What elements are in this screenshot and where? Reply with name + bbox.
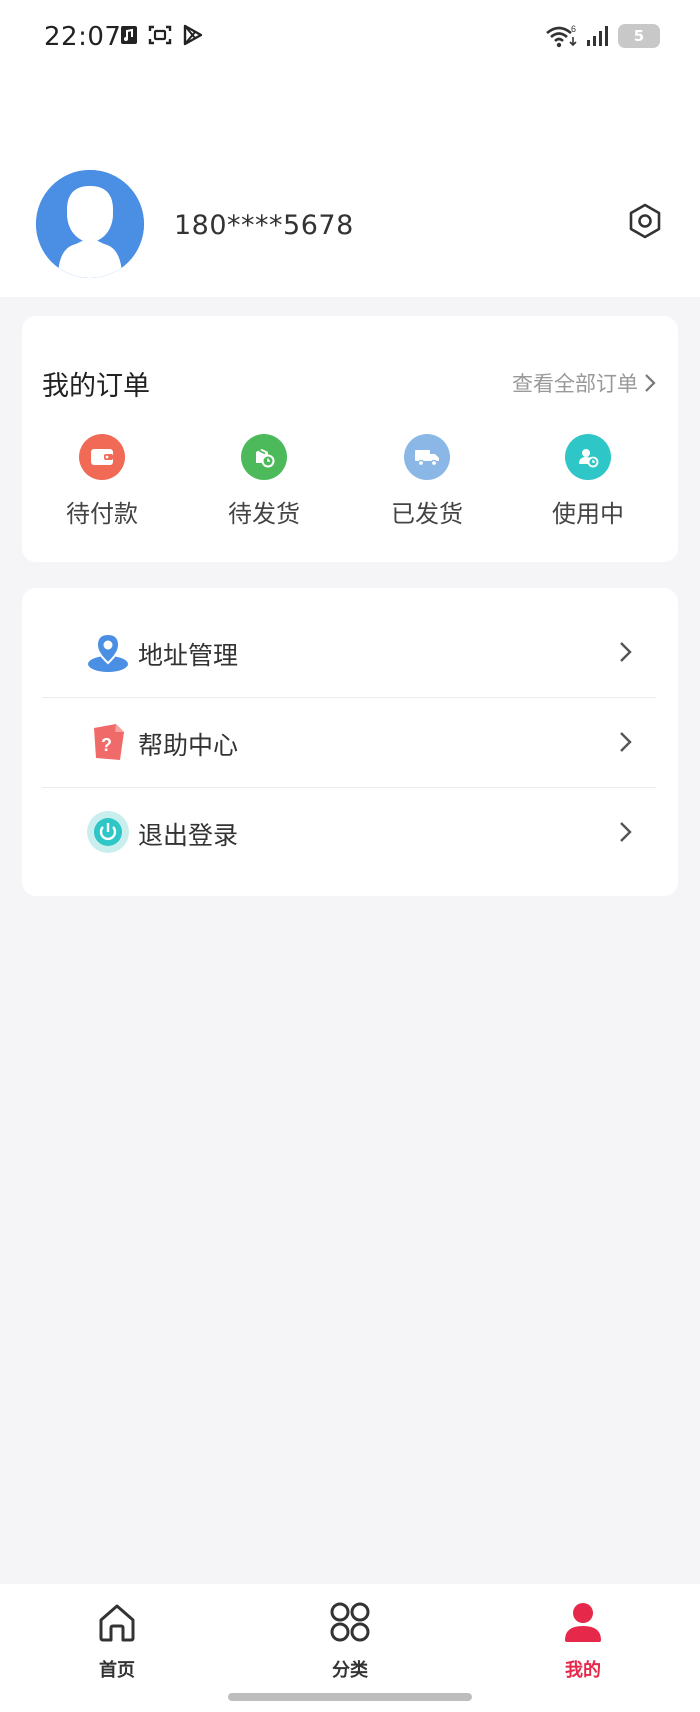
- home-indicator[interactable]: [228, 1693, 472, 1701]
- menu-item-address[interactable]: 地址管理: [42, 608, 656, 697]
- package-clock-icon: [241, 434, 287, 480]
- chevron-right-icon: [620, 822, 632, 842]
- wallet-icon: [79, 434, 125, 480]
- order-status-label: 待发货: [228, 500, 300, 528]
- menu-item-label: 退出登录: [138, 821, 239, 850]
- user-phone: 180****5678: [174, 210, 354, 241]
- orders-card: 我的订单 查看全部订单 待付款 待发货 已发货 使用中: [22, 316, 678, 562]
- svg-text:?: ?: [101, 735, 112, 755]
- avatar[interactable]: [36, 170, 144, 278]
- wifi-icon: 6: [546, 24, 577, 48]
- tab-category[interactable]: 分类: [290, 1598, 410, 1682]
- menu-item-help[interactable]: ? 帮助中心: [42, 698, 656, 787]
- signal-icon: [587, 26, 608, 46]
- scan-icon: [148, 25, 172, 45]
- order-status-label: 待付款: [66, 500, 138, 528]
- order-status-label: 使用中: [552, 500, 624, 528]
- music-note-icon: [121, 26, 137, 44]
- chevron-right-icon: [620, 642, 632, 662]
- order-status-pending-shipment[interactable]: 待发货: [194, 434, 334, 529]
- view-all-orders-link[interactable]: 查看全部订单: [512, 368, 656, 398]
- status-time: 22:07: [44, 22, 122, 52]
- tab-mine[interactable]: 我的: [523, 1598, 643, 1682]
- menu-item-logout[interactable]: 退出登录: [42, 788, 656, 877]
- battery-level: 5: [633, 27, 645, 45]
- grid-icon: [330, 1602, 370, 1642]
- order-status-shipped[interactable]: 已发货: [357, 434, 497, 529]
- order-status-label: 已发货: [391, 500, 463, 528]
- location-pin-icon: [88, 632, 128, 672]
- chevron-right-icon: [620, 732, 632, 752]
- menu-item-label: 帮助中心: [138, 731, 239, 760]
- home-icon: [99, 1604, 135, 1642]
- menu-item-label: 地址管理: [138, 641, 239, 670]
- settings-icon[interactable]: [626, 202, 664, 240]
- tab-home[interactable]: 首页: [57, 1598, 177, 1682]
- tab-label: 首页: [99, 1660, 135, 1681]
- menu-card: 地址管理 ? 帮助中心 退出登录: [22, 588, 678, 896]
- status-bar: 22:07 6 5: [0, 0, 700, 74]
- orders-title: 我的订单: [42, 371, 150, 402]
- battery-icon: 5: [618, 24, 660, 48]
- avatar-silhouette-icon: [36, 170, 144, 278]
- play-store-icon: [183, 24, 203, 46]
- view-all-orders-label: 查看全部订单: [512, 372, 638, 396]
- network-badge: 6: [571, 24, 576, 34]
- order-status-pending-payment[interactable]: 待付款: [32, 434, 172, 529]
- help-question-icon: ?: [94, 724, 124, 760]
- tab-label: 分类: [332, 1660, 368, 1681]
- tab-label: 我的: [565, 1660, 601, 1681]
- chevron-right-icon: [645, 374, 656, 392]
- power-icon: [87, 811, 129, 853]
- truck-icon: [404, 434, 450, 480]
- profile-icon: [565, 1603, 601, 1642]
- user-clock-icon: [565, 434, 611, 480]
- order-status-in-use[interactable]: 使用中: [518, 434, 658, 529]
